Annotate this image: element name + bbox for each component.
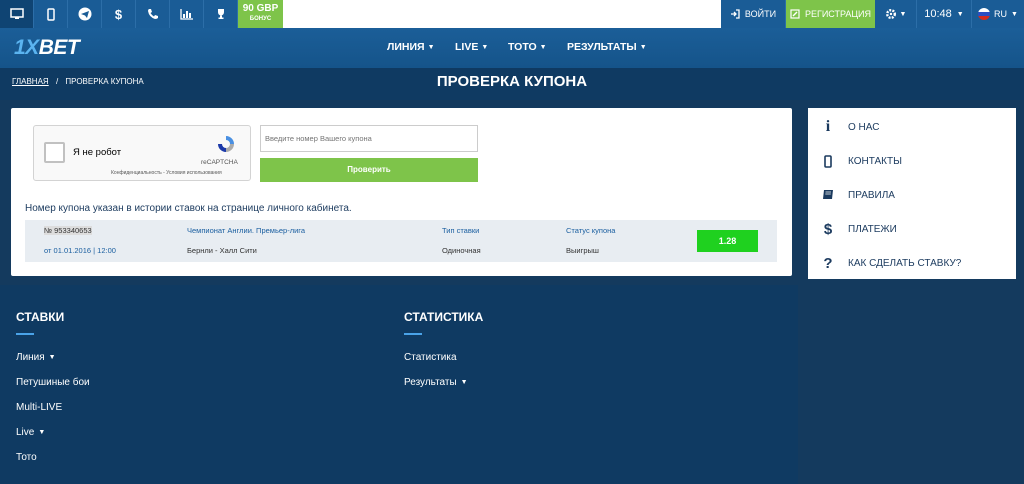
top-bar: $ 90 GBP БОНУС ВОЙТИ РЕГИСТРАЦИЯ ▼ 10:48: [0, 0, 1024, 28]
chevron-down-icon: ▼: [427, 43, 435, 51]
footer-bets-column: СТАВКИ Линия ▼ Петушиные бои Multi-LIVE L…: [16, 310, 90, 470]
login-button[interactable]: ВОЙТИ: [721, 0, 786, 28]
chart-icon[interactable]: [170, 0, 204, 28]
sidebar-item-contacts[interactable]: КОНТАКТЫ: [808, 144, 1016, 178]
coupon-check-panel: Я не робот reCAPTCHA Конфиденциальность …: [11, 108, 792, 276]
footer-divider: [404, 333, 422, 335]
caret-down-icon: ▼: [48, 354, 56, 361]
register-button[interactable]: РЕГИСТРАЦИЯ: [786, 0, 875, 28]
coupon-number: № 953340653: [44, 226, 92, 235]
russia-flag-icon: [978, 8, 991, 20]
telegram-icon[interactable]: [68, 0, 102, 28]
footer-link-multilive[interactable]: Multi-LIVE: [16, 395, 90, 420]
coupon-status-value: Выигрыш: [566, 246, 599, 255]
caret-down-icon: ▼: [38, 429, 46, 436]
sidebar-item-label: О НАС: [848, 121, 880, 133]
sidebar-item-label: КАК СДЕЛАТЬ СТАВКУ?: [848, 257, 962, 269]
nav-live[interactable]: LIVE ▼: [455, 41, 508, 53]
page-title: ПРОВЕРКА КУПОНА: [436, 73, 588, 90]
trophy-icon[interactable]: [204, 0, 238, 28]
chevron-down-icon: ▼: [899, 10, 907, 18]
language-label: RU: [994, 9, 1008, 19]
top-right-controls: ВОЙТИ РЕГИСТРАЦИЯ ▼ 10:48 ▼ RU ▼: [721, 0, 1024, 28]
chevron-down-icon: ▼: [539, 43, 547, 51]
footer-link-live[interactable]: Live ▼: [16, 420, 90, 445]
chevron-down-icon: ▼: [1011, 10, 1018, 18]
main-header: 1XBET ЛИНИЯ ▼ LIVE ▼ ТОТО ▼ РЕЗУЛЬТАТЫ ▼: [0, 28, 1024, 68]
coupon-note: Номер купона указан в истории ставок на …: [25, 203, 352, 214]
coupon-date: от 01.01.2016 | 12:00: [44, 246, 116, 255]
footer-stats-column: СТАТИСТИКА Статистика Результаты ▼: [404, 310, 483, 395]
sidebar-item-how-to-bet[interactable]: ? КАК СДЕЛАТЬ СТАВКУ?: [808, 246, 1016, 280]
gear-icon: [885, 9, 896, 19]
login-icon: [730, 9, 740, 19]
title-bar: ГЛАВНАЯ / ПРОВЕРКА КУПОНА ПРОВЕРКА КУПОН…: [0, 68, 1024, 100]
login-label: ВОЙТИ: [744, 9, 777, 19]
book-icon: [808, 189, 848, 201]
chevron-down-icon: ▼: [639, 43, 647, 51]
time-display: 10:48: [924, 8, 952, 20]
mobile-icon: [808, 154, 848, 168]
bet-type-value: Одиночная: [442, 246, 481, 255]
footer-divider: [16, 333, 34, 335]
footer-link-results[interactable]: Результаты ▼: [404, 370, 483, 395]
recaptcha-logo-icon: [218, 136, 234, 152]
top-icons: $ 90 GBP БОНУС: [0, 0, 283, 28]
sidebar-item-label: ПРАВИЛА: [848, 189, 895, 201]
caret-down-icon: ▼: [460, 379, 468, 386]
question-icon: ?: [823, 254, 833, 272]
sidebar-item-label: ПЛАТЕЖИ: [848, 223, 897, 235]
sidebar-item-label: КОНТАКТЫ: [848, 155, 902, 167]
recaptcha-brand: reCAPTCHA: [201, 159, 238, 166]
recaptcha-checkbox[interactable]: [44, 142, 65, 163]
coupon-status-label: Статус купона: [566, 226, 616, 235]
register-label: РЕГИСТРАЦИЯ: [804, 9, 872, 19]
chevron-down-icon: ▼: [956, 10, 964, 18]
coupon-number-input[interactable]: [260, 125, 478, 152]
time-selector[interactable]: 10:48 ▼: [917, 0, 972, 28]
nav-results[interactable]: РЕЗУЛЬТАТЫ ▼: [567, 41, 647, 53]
dollar-icon: $: [823, 220, 833, 238]
sidebar-item-payments[interactable]: $ ПЛАТЕЖИ: [808, 212, 1016, 246]
coupon-result-row: № 953340653 от 01.01.2016 | 12:00 Чемпио…: [25, 220, 777, 262]
odds-badge: 1.28: [697, 230, 758, 252]
footer-link-statistics[interactable]: Статистика: [404, 345, 483, 370]
sidebar-item-about[interactable]: i О НАС: [808, 110, 1016, 144]
nav-toto[interactable]: ТОТО ▼: [508, 41, 567, 53]
mobile-icon[interactable]: [34, 0, 68, 28]
dollar-icon[interactable]: $: [102, 0, 136, 28]
coupon-league: Чемпионат Англии. Премьер-лига: [187, 226, 305, 235]
nav-line[interactable]: ЛИНИЯ ▼: [387, 41, 455, 53]
bonus-badge[interactable]: 90 GBP БОНУС: [238, 0, 283, 28]
language-selector[interactable]: RU ▼: [972, 0, 1024, 28]
check-button[interactable]: Проверить: [260, 158, 478, 182]
recaptcha-widget: Я не робот reCAPTCHA Конфиденциальность …: [33, 125, 251, 181]
footer-link-toto[interactable]: Тото: [16, 445, 90, 470]
info-icon: i: [825, 118, 831, 135]
settings-button[interactable]: ▼: [875, 0, 917, 28]
footer: [0, 285, 798, 484]
desktop-icon[interactable]: [0, 0, 34, 28]
footer-stats-title: СТАТИСТИКА: [404, 310, 484, 324]
footer-link-line[interactable]: Линия ▼: [16, 345, 90, 370]
bet-type-label: Тип ставки: [442, 226, 480, 235]
footer-bets-title: СТАВКИ: [16, 310, 65, 324]
bonus-amount: 90 GBP: [242, 3, 279, 14]
edit-icon: [790, 9, 800, 19]
main-nav: ЛИНИЯ ▼ LIVE ▼ ТОТО ▼ РЕЗУЛЬТАТЫ ▼: [387, 41, 647, 53]
bonus-label: БОНУС: [249, 16, 272, 22]
sidebar-item-rules[interactable]: ПРАВИЛА: [808, 178, 1016, 212]
phone-icon[interactable]: [136, 0, 170, 28]
recaptcha-privacy[interactable]: Конфиденциальность - Условия использован…: [111, 170, 222, 176]
footer-link-cockfights[interactable]: Петушиные бои: [16, 370, 90, 395]
chevron-down-icon: ▼: [481, 43, 489, 51]
recaptcha-label: Я не робот: [73, 147, 122, 158]
info-sidebar: i О НАС КОНТАКТЫ ПРАВИЛА $ ПЛАТЕЖИ ? КАК…: [808, 108, 1016, 279]
coupon-match: Бернли - Халл Сити: [187, 246, 257, 255]
logo[interactable]: 1XBET: [14, 36, 80, 60]
